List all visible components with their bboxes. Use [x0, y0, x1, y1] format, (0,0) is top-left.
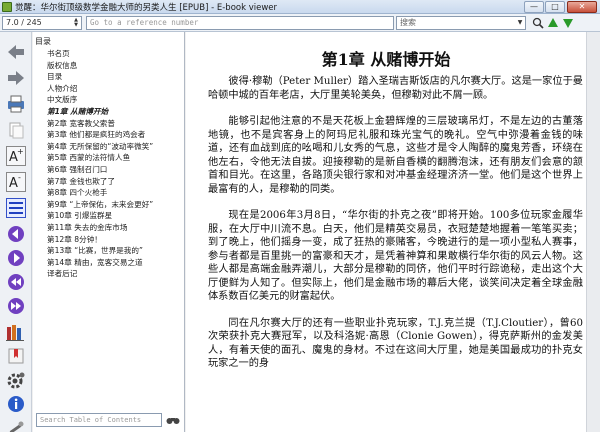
library-books-icon[interactable] — [6, 322, 26, 342]
back-arrow-icon[interactable] — [6, 42, 26, 62]
toc-item[interactable]: 目录 — [47, 71, 153, 83]
toc-item[interactable]: 第12章 8分钟！ — [47, 234, 153, 246]
paragraph: 彼得·穆勒（Peter Muller）踏入圣瑞吉斯饭店的凡尔赛大厅。这是一家位于… — [208, 76, 583, 101]
page-position-value: 7.0 / 245 — [6, 18, 42, 27]
close-button[interactable]: ✕ — [567, 1, 597, 13]
spin-arrows-icon[interactable]: ▲ ▼ — [72, 18, 80, 28]
preferences-gear-icon[interactable] — [6, 370, 26, 390]
forward-arrow-icon[interactable] — [6, 68, 26, 88]
tools-icon[interactable] — [6, 418, 26, 432]
search-combo[interactable]: 搜索 ▼ — [396, 16, 526, 30]
toc-item[interactable]: 书名页 — [47, 48, 153, 60]
toc-item[interactable]: 第14章 精由，宽客交易之道 — [47, 257, 153, 269]
chapter-title: 第1章 从赌博开始 — [321, 50, 451, 69]
toc-item[interactable]: 第4章 无所保留的“波动率微笑” — [47, 141, 153, 153]
toc-item[interactable]: 中文版序 — [47, 94, 153, 106]
paragraph: 现在是2006年3月8日，“华尔街的扑克之夜”即将开始。100多位玩家金履华服，… — [208, 210, 583, 302]
table-of-contents-icon[interactable] — [6, 198, 26, 218]
search-icon[interactable] — [531, 17, 545, 29]
font-size-larger-icon[interactable]: A + — [6, 146, 26, 166]
toc-item[interactable]: 第9章 “上帝保佑，末来会更好” — [47, 199, 153, 211]
app-icon — [2, 2, 12, 12]
toc-item[interactable]: 第6章 强制召门口 — [47, 164, 153, 176]
find-next-icon[interactable] — [561, 17, 575, 29]
paragraph: 同在凡尔赛大厅的还有一些职业扑克玩家，T.J.克兰提（T.J.Cloutier）… — [208, 317, 583, 370]
content-scrollbar[interactable] — [586, 32, 600, 432]
print-icon[interactable] — [6, 94, 26, 114]
toc-item[interactable]: 第1章 从赌博开始 — [47, 106, 153, 118]
maximize-button[interactable]: □ — [545, 1, 565, 13]
reference-placeholder: Go to a reference number — [90, 18, 199, 27]
last-page-icon[interactable] — [6, 296, 26, 316]
toc-item[interactable]: 第5章 西蒙的法符情人鱼 — [47, 152, 153, 164]
left-toolbar: A + A- — [0, 32, 32, 432]
info-icon[interactable] — [6, 394, 26, 414]
reference-input[interactable]: Go to a reference number — [86, 16, 394, 30]
toc-item[interactable]: 第11章 失去的金库市场 — [47, 222, 153, 234]
table-of-contents-panel: 目录 书名页 版权信息 目录 人物介绍 中文版序 第1章 从赌博开始 第2章 宽客教父索普第… — [33, 32, 185, 432]
toc-item[interactable]: 第13章 “比赛，世界是我的” — [47, 245, 153, 257]
window-title: 觉醒：华尔街顶级数学金融大师的另类人生 [EPUB] - E-book view… — [15, 3, 278, 13]
toc-search-input[interactable]: Search Table of Contents — [36, 413, 162, 427]
font-size-smaller-icon[interactable]: A- — [6, 172, 26, 192]
chapter-body: 彼得·穆勒（Peter Muller）踏入圣瑞吉斯饭店的凡尔赛大厅。这是一家位于… — [208, 75, 583, 384]
copy-icon[interactable] — [6, 120, 26, 140]
toc-item[interactable]: 第3章 他们都是疯狂的鸡会者 — [47, 129, 153, 141]
toc-search-binoculars-icon[interactable] — [165, 413, 181, 427]
toc-list: 书名页 版权信息 目录 人物介绍 中文版序 第1章 从赌博开始 第2章 宽客教父索普 第3章 … — [47, 48, 153, 280]
book-content[interactable]: 第1章 从赌博开始 彼得·穆勒（Peter Muller）踏入圣瑞吉斯饭店的凡尔… — [186, 32, 600, 432]
toc-item[interactable]: 版权信息 — [47, 60, 153, 72]
page-position-spinbox[interactable]: 7.0 / 245 ▲ ▼ — [2, 16, 82, 30]
toc-item[interactable]: 第8章 四个火枪手 — [47, 187, 153, 199]
find-previous-icon[interactable] — [546, 17, 560, 29]
next-page-icon[interactable] — [6, 248, 26, 268]
toc-item[interactable]: 第10章 引爆监群星 — [47, 210, 153, 222]
previous-page-icon[interactable] — [6, 224, 26, 244]
svg-text:A: A — [9, 176, 18, 191]
toc-item[interactable]: 译者后记 — [47, 268, 153, 280]
svg-text:-: - — [18, 173, 21, 182]
bookmark-icon[interactable] — [6, 346, 26, 366]
minimize-button[interactable]: — — [524, 1, 544, 13]
paragraph: 能够引起他注意的不是天花板上金碧辉煌的三层玻璃吊灯，不是左边的古董落地镜，也不是… — [208, 116, 583, 195]
search-placeholder: 搜索 — [400, 18, 416, 27]
search-dropdown-icon[interactable]: ▼ — [516, 18, 524, 28]
toolbar: 7.0 / 245 ▲ ▼ Go to a reference number 搜索… — [0, 14, 600, 32]
toc-search-placeholder: Search Table of Contents — [40, 416, 142, 424]
title-bar: 觉醒：华尔街顶级数学金融大师的另类人生 [EPUB] - E-book view… — [0, 0, 600, 14]
first-page-icon[interactable] — [6, 272, 26, 292]
toc-root-label[interactable]: 目录 — [35, 36, 51, 47]
toc-item[interactable]: 第7章 金钱也欺了了 — [47, 176, 153, 188]
toc-item[interactable]: 人物介绍 — [47, 83, 153, 95]
toc-item[interactable]: 第2章 宽客教父索普 — [47, 118, 153, 130]
svg-text:+: + — [17, 147, 24, 156]
